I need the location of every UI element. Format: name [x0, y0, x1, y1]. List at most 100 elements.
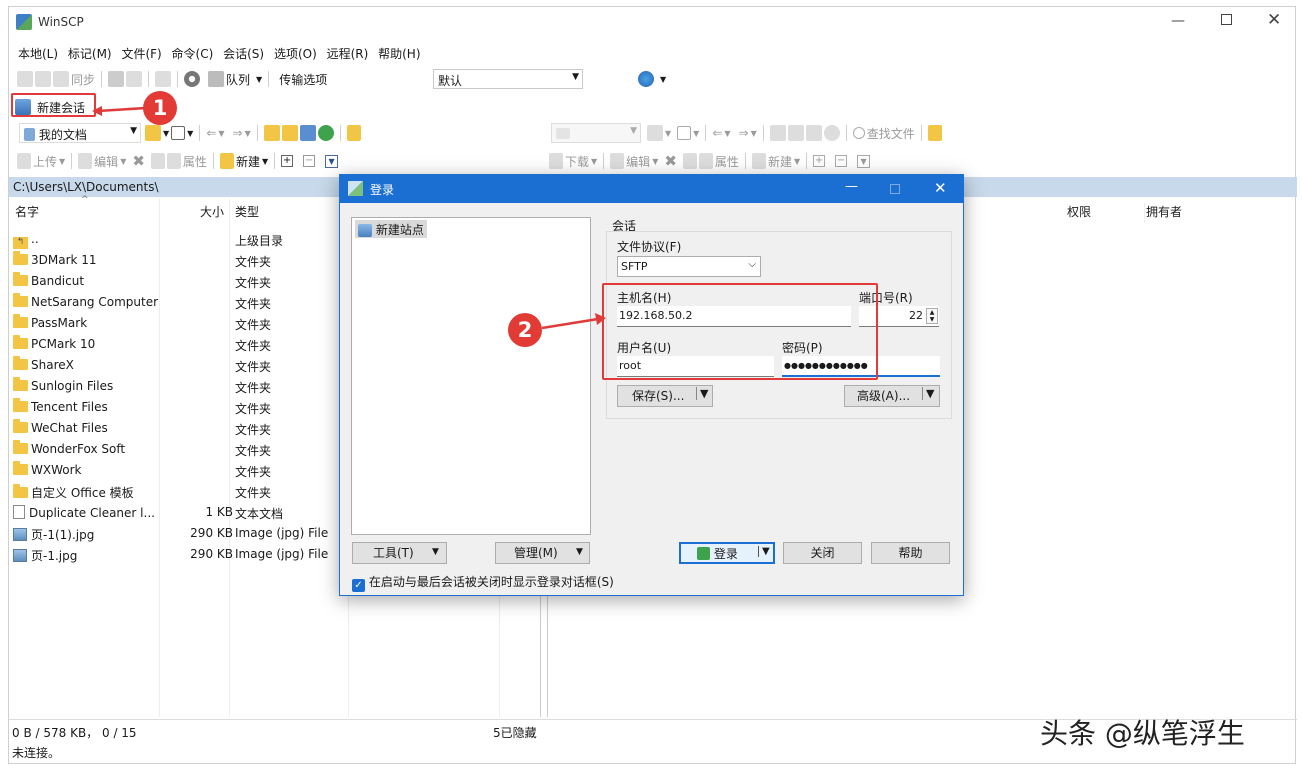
transfer-options-select[interactable]: 默认 ▼ — [433, 69, 583, 89]
collapse-icon[interactable]: − — [835, 155, 848, 167]
properties-icon[interactable] — [166, 153, 181, 169]
sync-button-label[interactable]: 同步 — [71, 71, 95, 88]
remote-column-rights[interactable]: 权限 — [1065, 203, 1145, 223]
edit-icon[interactable] — [78, 153, 93, 169]
synchronize-browse-icon[interactable] — [35, 71, 51, 87]
table-row[interactable]: 页-1(1).jpg 290 KB Image (jpg) File — [13, 523, 343, 544]
filter-icon[interactable]: ▼ — [857, 154, 871, 168]
parent-directory-icon[interactable] — [263, 125, 280, 141]
refresh-icon[interactable] — [317, 125, 334, 141]
collapse-icon[interactable]: − — [303, 155, 316, 167]
local-location-select[interactable]: 我的文档 ▼ — [19, 123, 141, 143]
hidden-files-status[interactable]: 5已隐藏 — [493, 724, 537, 741]
open-folder-icon[interactable] — [647, 125, 663, 141]
table-row[interactable]: Duplicate Cleaner l... 1 KB 文本文档 — [13, 502, 343, 523]
manage-dropdown-icon[interactable]: ▼ — [576, 547, 583, 557]
table-row[interactable]: ShareX 文件夹 — [13, 355, 343, 376]
filter-icon[interactable] — [677, 126, 692, 140]
local-column-size[interactable]: 大小 — [200, 203, 224, 223]
protocol-select[interactable]: SFTP ⌵ — [617, 256, 761, 277]
properties-button[interactable]: 属性 — [183, 153, 207, 170]
home-icon[interactable] — [805, 125, 822, 141]
site-item-new[interactable]: 新建站点 — [355, 220, 427, 238]
edit-button[interactable]: 编辑 — [94, 153, 118, 170]
edit-button[interactable]: 编辑 — [626, 153, 650, 170]
remote-column-owner[interactable]: 拥有者 — [1145, 203, 1199, 223]
chevron-down-icon[interactable]: ▼ — [256, 75, 262, 84]
filter-icon[interactable]: ▼ — [325, 154, 339, 168]
menu-session[interactable]: 会话(S) — [220, 42, 267, 65]
upload-icon[interactable] — [17, 153, 31, 169]
refresh-icon[interactable] — [823, 125, 840, 141]
dialog-close-icon[interactable]: ✕ — [934, 179, 947, 197]
terminal-icon[interactable] — [155, 71, 172, 87]
filter-icon[interactable] — [171, 126, 186, 140]
table-row[interactable]: PassMark 文件夹 — [13, 313, 343, 334]
compare-icon[interactable] — [17, 71, 33, 87]
remote-location-select[interactable]: ▼ — [551, 123, 641, 143]
local-column-type[interactable]: 类型 — [235, 203, 259, 223]
new-button[interactable]: 新建 — [768, 153, 792, 170]
delete-icon[interactable]: ✖ — [664, 152, 677, 170]
find-files-button[interactable]: 查找文件 — [867, 125, 915, 142]
properties-icon[interactable] — [698, 153, 713, 169]
menu-file[interactable]: 文件(F) — [118, 42, 164, 65]
chevron-down-icon[interactable]: ▼ — [660, 75, 666, 84]
gear-icon[interactable] — [184, 71, 201, 87]
login-dropdown-icon[interactable]: ▼ — [758, 546, 770, 557]
back-icon[interactable]: ⇐ — [712, 126, 722, 140]
upload-button[interactable]: 上传 — [33, 153, 57, 170]
download-icon[interactable] — [549, 153, 563, 169]
putty-icon[interactable] — [126, 71, 143, 87]
checkbox-checked-icon[interactable]: ✓ — [352, 579, 365, 592]
maximize-icon[interactable] — [1221, 14, 1232, 25]
close-icon[interactable]: ✕ — [1267, 10, 1281, 30]
edit-icon[interactable] — [610, 153, 625, 169]
tools-dropdown-icon[interactable]: ▼ — [432, 547, 439, 557]
table-row[interactable]: PCMark 10 文件夹 — [13, 334, 343, 355]
new-folder-icon[interactable] — [219, 153, 234, 169]
table-row[interactable]: 自定义 Office 模板 文件夹 — [13, 481, 343, 502]
table-row[interactable]: 页-1.jpg 290 KB Image (jpg) File — [13, 544, 343, 565]
tree-icon[interactable] — [346, 125, 361, 141]
close-button[interactable]: 关闭 — [783, 542, 862, 564]
expand-icon[interactable]: + — [813, 155, 826, 167]
search-icon[interactable] — [852, 127, 865, 139]
table-row[interactable]: NetSarang Computer 文件夹 — [13, 292, 343, 313]
queue-button[interactable]: 队列 — [226, 71, 250, 88]
table-row[interactable]: ↰.. 上级目录 — [13, 229, 343, 250]
home-icon[interactable] — [299, 125, 316, 141]
local-column-name[interactable]: 名字 — [15, 203, 39, 223]
table-row[interactable]: WXWork 文件夹 — [13, 460, 343, 481]
menu-options[interactable]: 选项(O) — [271, 42, 320, 65]
tree-icon[interactable] — [927, 125, 942, 141]
sync-icon[interactable] — [53, 71, 69, 87]
console-icon[interactable] — [108, 71, 125, 87]
download-button[interactable]: 下载 — [565, 153, 589, 170]
delete-icon[interactable]: ✖ — [132, 152, 145, 170]
parent-directory-icon[interactable] — [769, 125, 786, 141]
menu-command[interactable]: 命令(C) — [169, 42, 217, 65]
new-folder-icon[interactable] — [751, 153, 766, 169]
rename-icon[interactable] — [682, 153, 697, 169]
table-row[interactable]: Tencent Files 文件夹 — [13, 397, 343, 418]
dialog-minimize-icon[interactable]: — — [845, 179, 858, 194]
properties-button[interactable]: 属性 — [715, 153, 739, 170]
show-login-checkbox[interactable]: ✓ 在启动与最后会话被关闭时显示登录对话框(S) — [352, 573, 614, 592]
menu-help[interactable]: 帮助(H) — [375, 42, 423, 65]
forward-icon[interactable]: ⇒ — [233, 126, 243, 140]
site-tree[interactable]: 新建站点 — [351, 217, 591, 535]
menu-local[interactable]: 本地(L) — [15, 42, 61, 65]
forward-icon[interactable]: ⇒ — [739, 126, 749, 140]
table-row[interactable]: 3DMark 11 文件夹 — [13, 250, 343, 271]
help-button[interactable]: 帮助 — [871, 542, 950, 564]
save-dropdown-icon[interactable]: ▼ — [696, 387, 708, 400]
menu-remote[interactable]: 远程(R) — [324, 42, 372, 65]
root-directory-icon[interactable] — [787, 125, 804, 141]
minimize-icon[interactable]: — — [1171, 13, 1185, 29]
new-button[interactable]: 新建 — [236, 153, 260, 170]
table-row[interactable]: WonderFox Soft 文件夹 — [13, 439, 343, 460]
advanced-dropdown-icon[interactable]: ▼ — [922, 387, 934, 400]
expand-icon[interactable]: + — [281, 155, 294, 167]
globe-icon[interactable] — [638, 71, 654, 87]
